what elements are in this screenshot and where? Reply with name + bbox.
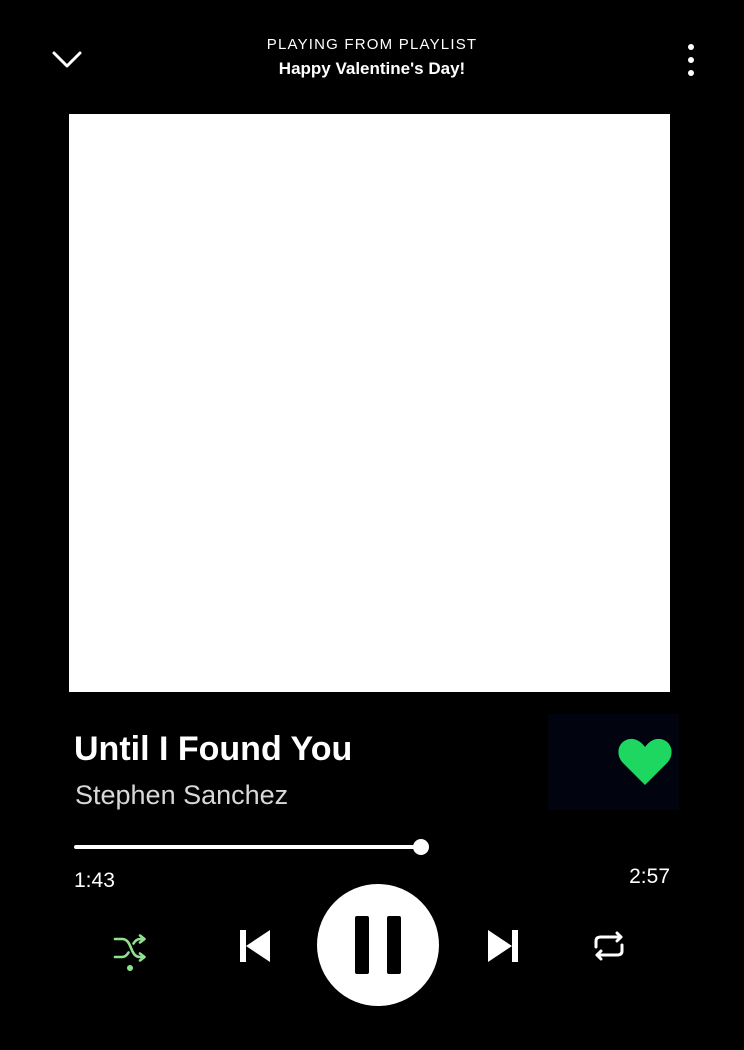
shuffle-icon	[113, 934, 146, 962]
more-vertical-icon	[688, 44, 694, 76]
collapse-button[interactable]	[44, 40, 90, 80]
total-duration: 2:57	[629, 865, 670, 888]
pause-icon	[355, 916, 401, 974]
shuffle-active-indicator	[127, 965, 133, 971]
progress-bar[interactable]	[74, 839, 670, 855]
like-button[interactable]	[548, 714, 679, 810]
more-options-button[interactable]	[672, 36, 710, 84]
track-artist[interactable]: Stephen Sanchez	[75, 778, 288, 812]
repeat-icon	[594, 931, 624, 961]
album-artwork	[69, 114, 670, 692]
repeat-button[interactable]	[583, 918, 635, 974]
skip-next-icon	[488, 930, 518, 962]
previous-track-button[interactable]	[226, 918, 284, 974]
now-playing-screen: PLAYING FROM PLAYLIST Happy Valentine's …	[0, 0, 744, 1050]
skip-previous-icon	[240, 930, 270, 962]
heart-icon	[618, 738, 672, 785]
progress-fill	[74, 845, 421, 849]
track-title[interactable]: Until I Found You	[74, 728, 352, 770]
next-track-button[interactable]	[474, 918, 532, 974]
progress-handle[interactable]	[412, 839, 429, 855]
context-label: PLAYING FROM PLAYLIST	[266, 36, 478, 53]
playlist-name[interactable]: Happy Valentine's Day!	[150, 58, 594, 80]
now-playing-context: PLAYING FROM PLAYLIST Happy Valentine's …	[150, 36, 594, 80]
pause-button[interactable]	[317, 884, 439, 1006]
chevron-down-icon	[52, 51, 82, 68]
elapsed-time: 1:43	[74, 869, 115, 892]
